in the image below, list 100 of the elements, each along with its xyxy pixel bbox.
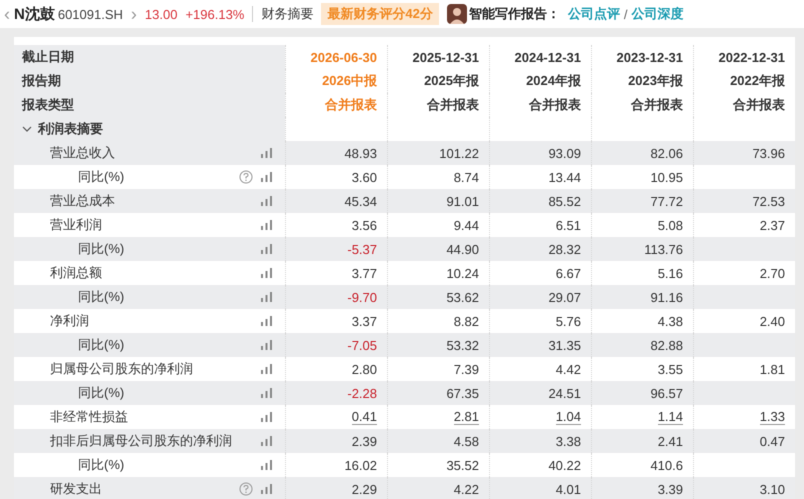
- value-cell: 44.90: [446, 242, 479, 256]
- value-cell: 5.76: [556, 314, 581, 328]
- row-label: 非经常性损益: [50, 408, 129, 426]
- row-label: 研发支出: [50, 480, 103, 498]
- value-cell: 2.29: [352, 482, 377, 496]
- price-change: +196.13%: [185, 6, 244, 22]
- value-cell: -5.37: [347, 242, 377, 256]
- bar-chart-icon[interactable]: [261, 196, 273, 206]
- value-cell: 73.96: [752, 146, 785, 160]
- value-cell: 8.74: [454, 170, 479, 184]
- bar-chart-icon[interactable]: [261, 460, 273, 470]
- row-label: 营业总收入: [50, 144, 116, 162]
- row-label: 归属母公司股东的净利润: [50, 360, 194, 378]
- bar-chart-icon[interactable]: [261, 220, 273, 230]
- value-cell: 72.53: [752, 194, 785, 208]
- value-cell: 2.39: [352, 434, 377, 448]
- stock-price: 13.00: [144, 6, 178, 22]
- column-header: 2025年报: [424, 72, 479, 90]
- value-cell: 10.24: [446, 266, 479, 280]
- value-cell: 82.88: [650, 338, 683, 352]
- value-cell: 28.32: [548, 242, 581, 256]
- header-label: 报表类型: [22, 96, 74, 114]
- column-header: 2022-12-31: [718, 50, 785, 64]
- value-cell: 6.51: [556, 218, 581, 232]
- value-cell: 10.95: [650, 170, 683, 184]
- value-cell: 2.37: [760, 218, 785, 232]
- bar-chart-icon[interactable]: [261, 388, 273, 398]
- value-cell: 53.32: [446, 338, 479, 352]
- row-label: 净利润: [50, 312, 90, 330]
- value-cell: 48.93: [344, 146, 377, 160]
- value-cell: 3.10: [760, 482, 785, 496]
- column-header: 合并报表: [427, 96, 479, 114]
- report-label: 智能写作报告：: [468, 5, 560, 23]
- bar-chart-icon[interactable]: [261, 148, 273, 158]
- score-badge[interactable]: 最新财务评分42分: [321, 3, 439, 25]
- row-label: 扣非后归属母公司股东的净利润: [50, 432, 233, 450]
- value-cell: 35.52: [446, 458, 479, 472]
- bar-chart-icon[interactable]: [261, 292, 273, 302]
- value-cell: 3.60: [352, 170, 377, 184]
- value-cell: 67.35: [446, 386, 479, 400]
- value-cell: 3.39: [658, 482, 683, 496]
- review-link[interactable]: 公司点评: [568, 5, 620, 23]
- header-label: 报告期: [22, 72, 61, 90]
- row-label: 同比(%): [78, 384, 126, 402]
- value-cell: 410.6: [650, 458, 683, 472]
- row-label: 同比(%): [78, 240, 126, 258]
- value-cell: 2.41: [658, 434, 683, 448]
- row-label: 同比(%): [78, 288, 126, 306]
- value-cell: 4.58: [454, 434, 479, 448]
- stock-code: 601091.SH: [58, 6, 123, 22]
- forward-chevron[interactable]: ›: [130, 4, 137, 24]
- bar-chart-icon[interactable]: [261, 172, 273, 182]
- caret-icon[interactable]: [22, 125, 32, 133]
- value-cell: 1.81: [760, 362, 785, 376]
- bar-chart-icon[interactable]: [261, 436, 273, 446]
- value-cell: 3.56: [352, 218, 377, 232]
- value-cell: 53.62: [446, 290, 479, 304]
- link-separator: /: [624, 6, 628, 22]
- back-chevron[interactable]: ‹: [4, 4, 10, 24]
- help-icon[interactable]: [239, 170, 253, 184]
- value-cell: 4.42: [556, 362, 581, 376]
- column-header: 2025-12-31: [412, 50, 479, 64]
- value-cell: 5.08: [658, 218, 683, 232]
- bar-chart-icon[interactable]: [261, 244, 273, 254]
- bar-chart-icon[interactable]: [261, 364, 273, 374]
- bar-chart-icon[interactable]: [261, 268, 273, 278]
- value-cell: 0.41: [352, 409, 377, 425]
- value-cell: 13.44: [548, 170, 581, 184]
- column-header: 2026-06-30: [310, 50, 377, 64]
- value-cell: 2.81: [454, 409, 479, 425]
- bar-chart-icon[interactable]: [261, 484, 273, 494]
- bar-chart-icon[interactable]: [261, 412, 273, 422]
- value-cell: 93.09: [548, 146, 581, 160]
- help-icon[interactable]: [239, 482, 253, 496]
- value-cell: 3.77: [352, 266, 377, 280]
- bar-chart-icon[interactable]: [261, 340, 273, 350]
- value-cell: 3.55: [658, 362, 683, 376]
- value-cell: 16.02: [344, 458, 377, 472]
- value-cell: 3.37: [352, 314, 377, 328]
- summary-tab[interactable]: 财务摘要: [261, 5, 314, 23]
- depth-link[interactable]: 公司深度: [631, 5, 684, 23]
- value-cell: -7.05: [347, 338, 377, 352]
- value-cell: 40.22: [548, 458, 581, 472]
- value-cell: 1.14: [658, 409, 683, 425]
- column-header: 2024年报: [526, 72, 581, 90]
- value-cell: 45.34: [344, 194, 377, 208]
- column-header: 2023年报: [628, 72, 683, 90]
- value-cell: 85.52: [548, 194, 581, 208]
- row-label: 营业总成本: [50, 192, 116, 210]
- value-cell: 91.01: [446, 194, 479, 208]
- bar-chart-icon[interactable]: [261, 316, 273, 326]
- value-cell: 101.22: [439, 146, 479, 160]
- value-cell: 77.72: [650, 194, 683, 208]
- value-cell: 31.35: [548, 338, 581, 352]
- value-cell: 2.70: [760, 266, 785, 280]
- value-cell: 6.67: [556, 266, 581, 280]
- column-header: 合并报表: [325, 96, 377, 114]
- stock-name: N沈鼓: [14, 4, 55, 24]
- value-cell: 3.38: [556, 434, 581, 448]
- value-cell: 7.39: [454, 362, 479, 376]
